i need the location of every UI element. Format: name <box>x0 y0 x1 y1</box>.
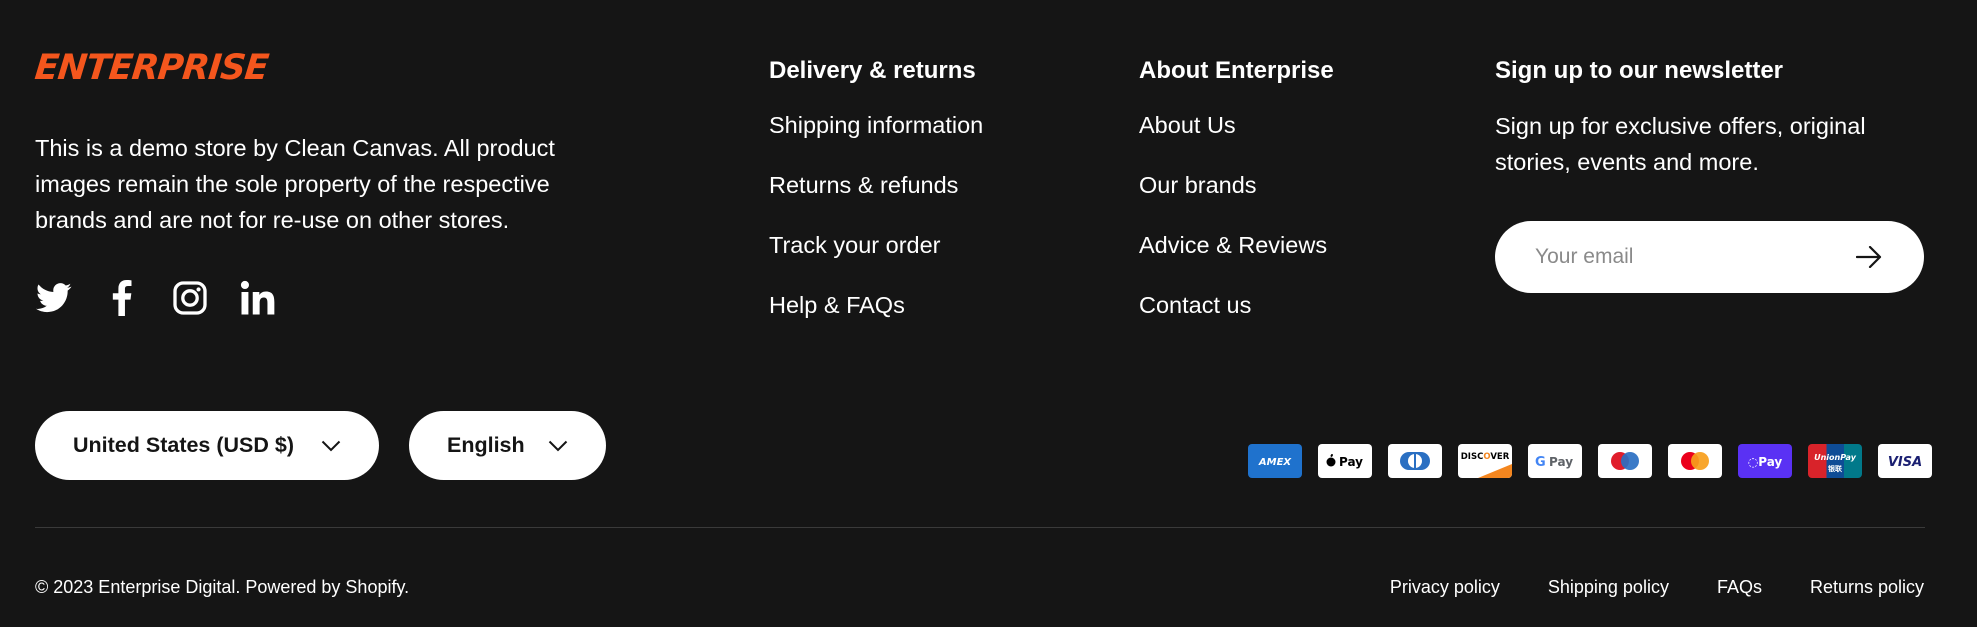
svg-text:Pay: Pay <box>1549 455 1573 469</box>
about-heading: About Enterprise <box>1139 57 1334 84</box>
newsletter-form <box>1495 221 1924 293</box>
arrow-right-icon[interactable] <box>1854 242 1884 272</box>
payment-methods: AMEX Pay DISCOVER G Pay ◌Pay UnionPay 银联 V… <box>1248 444 1932 478</box>
visa-icon: VISA <box>1878 444 1932 478</box>
svg-text:UnionPay: UnionPay <box>1814 453 1857 462</box>
policy-links: Privacy policy Shipping policy FAQs Retu… <box>1390 577 1924 598</box>
copyright-text: © 2023 Enterprise Digital. Powered by Sh… <box>35 577 410 597</box>
instagram-icon[interactable] <box>171 279 209 317</box>
svg-text:G: G <box>1535 455 1546 470</box>
link-about-us[interactable]: About Us <box>1139 108 1334 168</box>
language-selector[interactable]: English <box>409 411 606 480</box>
diners-club-icon <box>1388 444 1442 478</box>
apple-pay-icon: Pay <box>1318 444 1372 478</box>
unionpay-icon: UnionPay 银联 <box>1808 444 1862 478</box>
link-advice-reviews[interactable]: Advice & Reviews <box>1139 228 1334 288</box>
newsletter-heading: Sign up to our newsletter <box>1495 57 1784 84</box>
newsletter-column: Sign up to our newsletter Sign up for ex… <box>1495 54 1935 180</box>
link-returns-refunds[interactable]: Returns & refunds <box>769 168 983 228</box>
link-returns-policy[interactable]: Returns policy <box>1810 577 1924 598</box>
chevron-down-icon <box>321 433 341 458</box>
link-faqs[interactable]: FAQs <box>1717 577 1762 598</box>
link-contact-us[interactable]: Contact us <box>1139 288 1334 348</box>
link-shipping-policy[interactable]: Shipping policy <box>1548 577 1669 598</box>
social-links <box>35 279 277 317</box>
country-selector[interactable]: United States (USD $) <box>35 411 379 480</box>
amex-icon: AMEX <box>1248 444 1302 478</box>
svg-text:Pay: Pay <box>1339 455 1363 469</box>
linkedin-icon[interactable] <box>239 279 277 317</box>
language-value: English <box>447 433 525 457</box>
link-shipping-information[interactable]: Shipping information <box>769 108 983 168</box>
mastercard-icon <box>1668 444 1722 478</box>
newsletter-text: Sign up for exclusive offers, original s… <box>1495 113 1866 175</box>
store-description: This is a demo store by Clean Canvas. Al… <box>35 135 555 233</box>
about-column: About Enterprise About Us Our brands Adv… <box>1139 54 1334 348</box>
maestro-icon <box>1598 444 1652 478</box>
twitter-icon[interactable] <box>35 279 73 317</box>
link-privacy-policy[interactable]: Privacy policy <box>1390 577 1500 598</box>
link-help-faqs[interactable]: Help & FAQs <box>769 288 983 348</box>
svg-text:银联: 银联 <box>1828 464 1843 473</box>
link-track-order[interactable]: Track your order <box>769 228 983 288</box>
email-input[interactable] <box>1535 245 1854 269</box>
svg-text:◌Pay: ◌Pay <box>1748 455 1783 469</box>
country-value: United States (USD $) <box>73 433 295 457</box>
shop-pay-icon: ◌Pay <box>1738 444 1792 478</box>
facebook-icon[interactable] <box>103 279 141 317</box>
brand-logo[interactable]: ENTERPRISE <box>33 48 270 88</box>
svg-text:DISCOVER: DISCOVER <box>1461 452 1510 462</box>
svg-text:AMEX: AMEX <box>1258 457 1293 468</box>
google-pay-icon: G Pay <box>1528 444 1582 478</box>
footer-divider <box>35 527 1925 528</box>
delivery-returns-column: Delivery & returns Shipping information … <box>769 54 983 348</box>
svg-text:VISA: VISA <box>1888 455 1922 470</box>
discover-icon: DISCOVER <box>1458 444 1512 478</box>
chevron-down-icon <box>548 433 568 458</box>
delivery-heading: Delivery & returns <box>769 57 976 84</box>
link-our-brands[interactable]: Our brands <box>1139 168 1334 228</box>
